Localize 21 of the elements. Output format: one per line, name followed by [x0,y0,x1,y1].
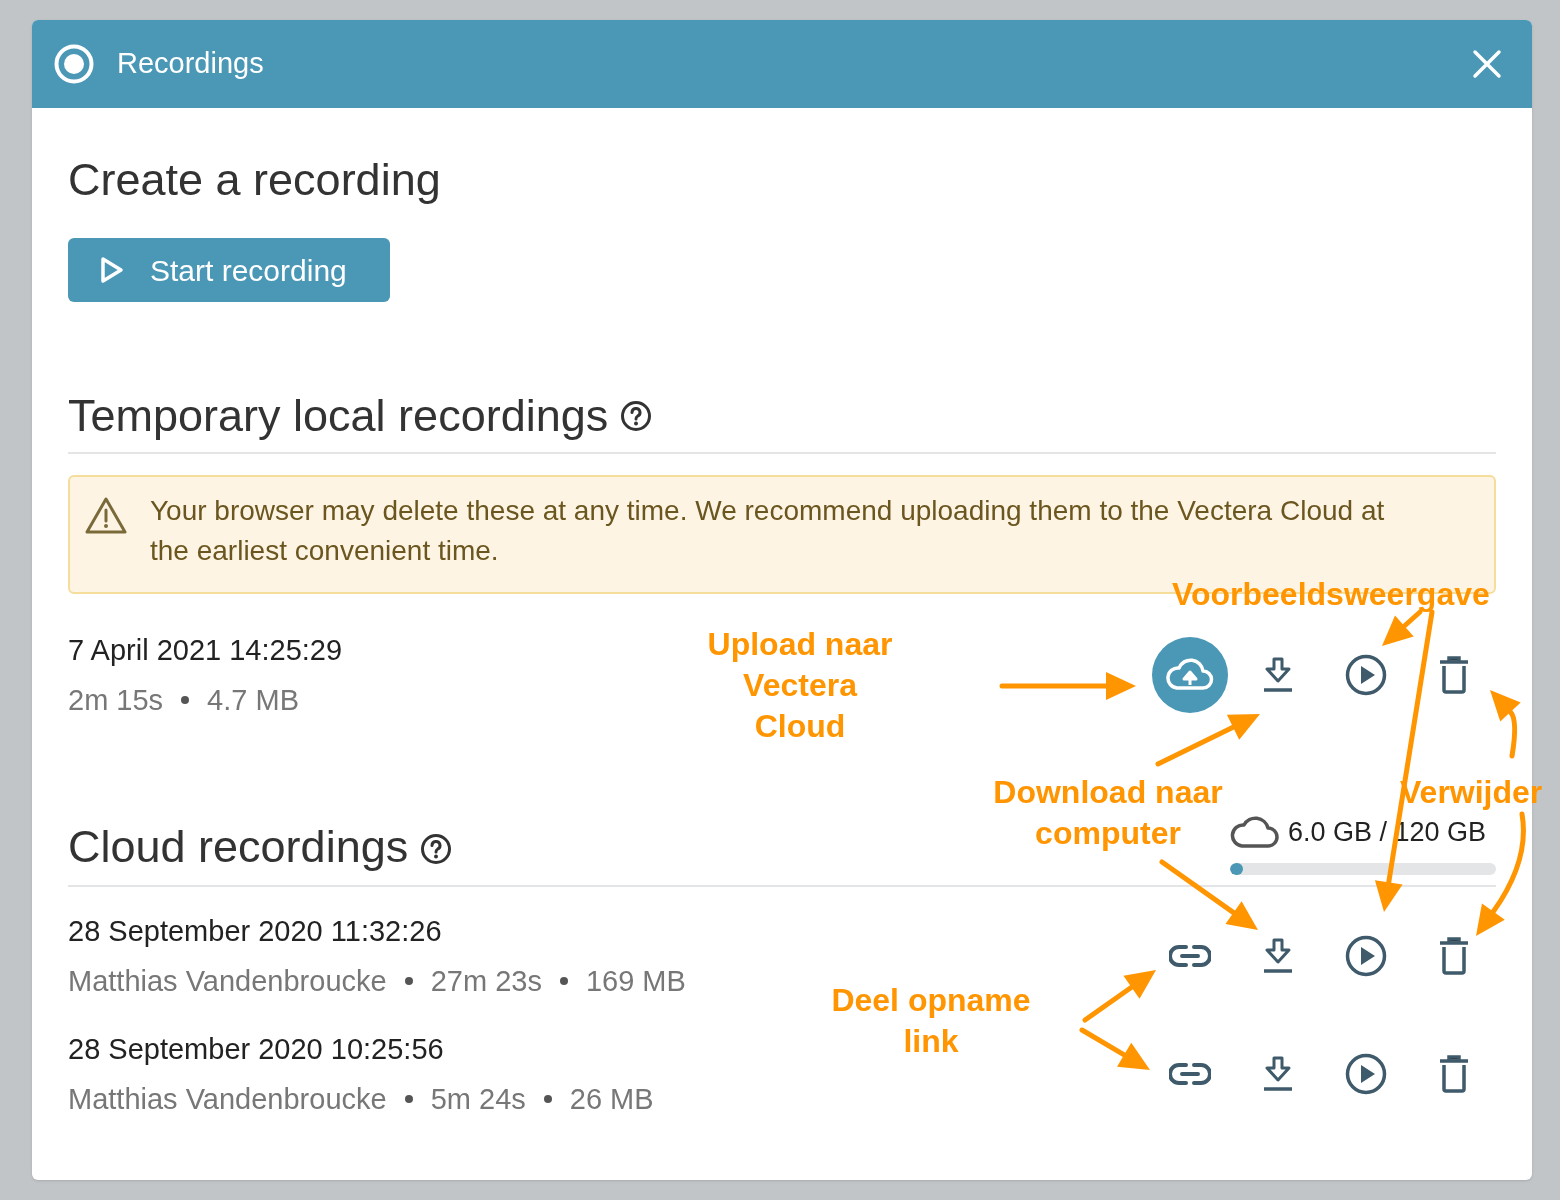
annotation-label: Deel opname link [830,981,1032,1061]
section-heading: Create a recording [68,154,441,205]
section-heading: Temporary local recordings [68,389,609,443]
recording-detail: 27m 23s [430,963,542,999]
annotation-label: Download naar computer [992,773,1224,853]
recording-date: 28 September 2020 10:25:56 [68,1031,445,1067]
recording-detail: 5m 24s [430,1081,526,1117]
recording-date: 7 April 2021 14:25:29 [68,633,343,668]
recording-detail: 4.7 MB [207,683,299,718]
annotation-label: Voorbeeldsweergave [1172,575,1491,614]
recording-detail: 169 MB [585,963,686,999]
section-heading: Cloud recordings [68,819,409,874]
annotation-label: Upload naar Vectera Cloud [706,625,894,746]
recording-detail: 2m 15s [68,683,164,718]
window-title: Recordings [117,46,264,82]
warning-text: Your browser may delete these at any time. We recommend uploading them to the Vectera Cloud at the earliest convenient time. [150,494,1386,568]
start-recording-button[interactable]: Start recording [68,238,390,302]
recording-detail: Matthias Vandenbroucke [68,963,387,999]
recording-detail: Matthias Vandenbroucke [68,1081,387,1117]
recording-date: 28 September 2020 11:32:26 [68,913,443,949]
recording-detail: 26 MB [569,1081,654,1117]
